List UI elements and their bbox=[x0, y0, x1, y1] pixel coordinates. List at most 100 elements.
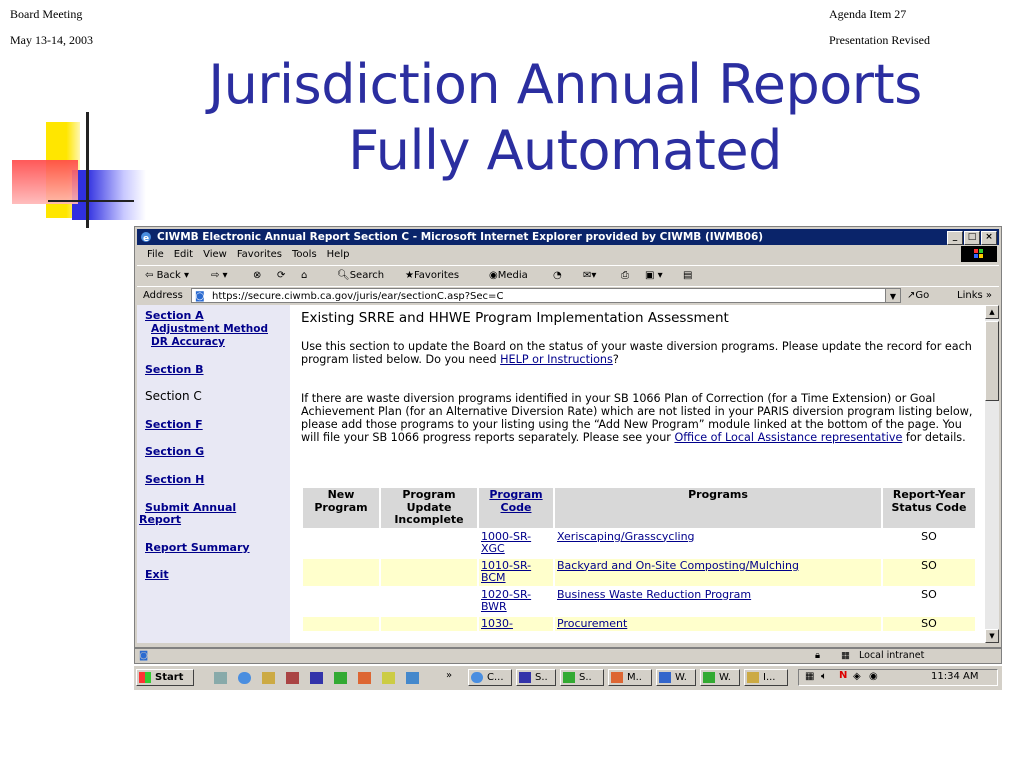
program-code-cell[interactable]: 1030- bbox=[479, 616, 553, 631]
status-code-cell: SO bbox=[921, 587, 937, 601]
instructions-paragraph: If there are waste diversion programs id… bbox=[301, 392, 973, 444]
nav-exit[interactable]: Exit bbox=[145, 568, 169, 581]
show-desktop-icon[interactable] bbox=[214, 672, 227, 684]
status-code-cell: SO bbox=[921, 529, 937, 543]
nav-section-g[interactable]: Section G bbox=[145, 445, 204, 458]
ola-representative-link[interactable]: Office of Local Assistance representativ… bbox=[674, 431, 902, 444]
page-icon: ◙ bbox=[195, 291, 205, 302]
task-word-1[interactable]: S.. bbox=[516, 669, 556, 686]
refresh-icon[interactable]: ⟳ bbox=[277, 266, 285, 286]
menu-view[interactable]: View bbox=[203, 246, 227, 264]
program-code-cell[interactable]: 1020-SR-BWR bbox=[479, 588, 553, 615]
system-tray: ▦ 🔈︎ N ◈ ◉ 11:34 AM bbox=[798, 669, 998, 686]
tray-app-icon[interactable]: ◉ bbox=[869, 671, 878, 682]
program-name-cell[interactable]: Xeriscaping/Grasscycling bbox=[555, 530, 881, 557]
nav-report-summary[interactable]: Report Summary bbox=[145, 541, 250, 554]
start-button[interactable]: Start bbox=[136, 669, 194, 686]
svg-text:e: e bbox=[143, 234, 149, 243]
slide-title-line1: Jurisdiction Annual Reports bbox=[208, 53, 922, 116]
program-name-cell[interactable]: Procurement bbox=[555, 616, 881, 631]
search-button[interactable]: 🔍︎Search bbox=[337, 266, 384, 286]
menu-file[interactable]: File bbox=[147, 246, 164, 264]
help-link[interactable]: HELP or Instructions bbox=[500, 353, 613, 366]
new-program-cell bbox=[303, 530, 379, 557]
word-icon[interactable] bbox=[310, 672, 323, 684]
standard-toolbar: ⇦ Back ▾ ⇨ ▾ ⊗ ⟳ ⌂ 🔍︎Search ★Favorites ◉… bbox=[137, 265, 999, 287]
maximize-button[interactable]: □ bbox=[964, 231, 980, 245]
address-input[interactable]: ◙ https://secure.ciwmb.ca.gov/juris/ear/… bbox=[191, 288, 901, 303]
program-code-cell[interactable]: 1000-SR-XGC bbox=[479, 530, 553, 557]
address-bar: Address ◙ https://secure.ciwmb.ca.gov/ju… bbox=[137, 286, 999, 305]
vertical-scrollbar[interactable]: ▲ ▼ bbox=[985, 305, 999, 643]
antivirus-icon[interactable]: N bbox=[839, 670, 847, 681]
quicklaunch-icon[interactable] bbox=[262, 672, 275, 684]
col-programs: Programs bbox=[555, 488, 881, 528]
stop-icon[interactable]: ⊗ bbox=[253, 266, 261, 286]
nav-adjustment-method[interactable]: Adjustment Method bbox=[151, 323, 268, 335]
excel-icon[interactable] bbox=[334, 672, 347, 684]
home-icon[interactable]: ⌂ bbox=[301, 266, 307, 286]
network-icon[interactable]: ▦ bbox=[805, 671, 814, 682]
quicklaunch-icon[interactable] bbox=[382, 672, 395, 684]
volume-icon[interactable]: 🔈︎ bbox=[821, 671, 827, 682]
page-content: Section A Adjustment Method DR Accuracy … bbox=[137, 305, 985, 643]
zone-label: Local intranet bbox=[859, 650, 925, 661]
task-word-2[interactable]: W. bbox=[700, 669, 740, 686]
nav-section-b[interactable]: Section B bbox=[145, 363, 204, 376]
scroll-up-icon[interactable]: ▲ bbox=[985, 305, 999, 319]
task-powerpoint[interactable]: M.. bbox=[608, 669, 652, 686]
program-name-cell[interactable]: Backyard and On-Site Composting/Mulching bbox=[555, 558, 881, 586]
menu-help[interactable]: Help bbox=[327, 246, 350, 264]
menu-tools[interactable]: Tools bbox=[292, 246, 317, 264]
program-name-cell[interactable]: Business Waste Reduction Program bbox=[555, 588, 881, 615]
nav-dr-accuracy[interactable]: DR Accuracy bbox=[151, 336, 225, 348]
close-button[interactable]: × bbox=[981, 231, 997, 245]
new-program-cell bbox=[303, 588, 379, 615]
task-ie[interactable]: C... bbox=[468, 669, 512, 686]
col-program-code[interactable]: Program Code bbox=[479, 488, 553, 528]
minimize-button[interactable]: _ bbox=[947, 231, 963, 245]
links-button[interactable]: Links » bbox=[957, 287, 992, 305]
table-row: 1010-SR-BCM Backyard and On-Site Compost… bbox=[303, 558, 975, 586]
window-titlebar: e CIWMB Electronic Annual Report Section… bbox=[137, 229, 999, 245]
update-incomplete-cell bbox=[381, 588, 477, 615]
favorites-button[interactable]: ★Favorites bbox=[405, 266, 459, 286]
program-code-cell[interactable]: 1010-SR-BCM bbox=[479, 558, 553, 586]
left-navigation: Section A Adjustment Method DR Accuracy … bbox=[137, 305, 290, 643]
tray-app-icon[interactable]: ◈ bbox=[853, 671, 861, 682]
scroll-thumb[interactable] bbox=[985, 321, 999, 401]
print-icon[interactable]: ⎙ bbox=[621, 266, 629, 286]
menu-favorites[interactable]: Favorites bbox=[237, 246, 282, 264]
edit-icon[interactable]: ▣ ▾ bbox=[645, 266, 663, 286]
nav-section-a[interactable]: Section A bbox=[145, 309, 204, 322]
mail-icon[interactable]: ✉▾ bbox=[583, 266, 596, 286]
media-button[interactable]: ◉Media bbox=[489, 266, 528, 286]
new-program-cell bbox=[303, 558, 379, 586]
discuss-icon[interactable]: ▤ bbox=[683, 266, 692, 286]
clock[interactable]: 11:34 AM bbox=[931, 671, 978, 682]
menu-bar: File Edit View Favorites Tools Help bbox=[137, 246, 999, 264]
forward-button[interactable]: ⇨ ▾ bbox=[211, 266, 228, 286]
nav-section-h[interactable]: Section H bbox=[145, 473, 204, 486]
task-excel[interactable]: S.. bbox=[560, 669, 604, 686]
header-agenda-item: Agenda Item 27 bbox=[829, 7, 907, 21]
task-other[interactable]: I... bbox=[744, 669, 788, 686]
table-row: 1000-SR-XGC Xeriscaping/Grasscycling SO bbox=[303, 530, 975, 557]
task-media[interactable]: W. bbox=[656, 669, 696, 686]
powerpoint-icon[interactable] bbox=[358, 672, 371, 684]
back-button[interactable]: ⇦ Back ▾ bbox=[145, 266, 189, 286]
more-icon[interactable]: » bbox=[446, 670, 452, 681]
go-button[interactable]: ↗Go bbox=[907, 287, 929, 305]
new-program-cell bbox=[303, 616, 379, 631]
lock-icon: 🔒︎ bbox=[815, 650, 821, 661]
nav-submit-report[interactable]: Report bbox=[139, 513, 181, 526]
history-icon[interactable]: ◔ bbox=[553, 266, 562, 286]
update-incomplete-cell bbox=[381, 616, 477, 631]
address-dropdown-icon[interactable]: ▼ bbox=[885, 289, 900, 302]
nav-section-f[interactable]: Section F bbox=[145, 418, 203, 431]
quicklaunch-icon[interactable] bbox=[406, 672, 419, 684]
ie-launch-icon[interactable] bbox=[238, 672, 251, 684]
quicklaunch-icon[interactable] bbox=[286, 672, 299, 684]
menu-edit[interactable]: Edit bbox=[174, 246, 193, 264]
scroll-down-icon[interactable]: ▼ bbox=[985, 629, 999, 643]
